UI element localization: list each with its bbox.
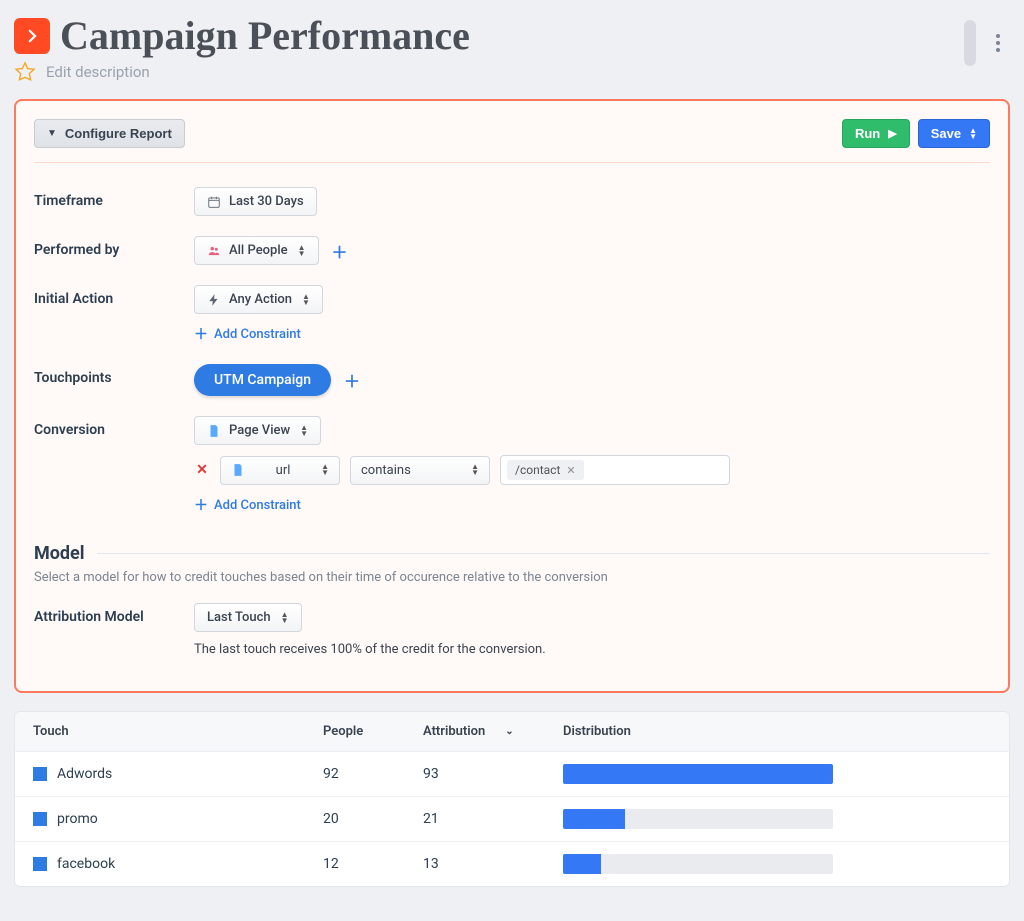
configure-report-button[interactable]: ▼ Configure Report [34, 119, 185, 148]
add-touchpoint-button[interactable]: ＋ [341, 369, 363, 391]
touch-name: promo [57, 811, 98, 827]
constraint-field-select[interactable]: url [220, 456, 340, 485]
chevron-down-icon: ▼ [47, 128, 57, 139]
attribution-model-value: Last Touch [207, 610, 271, 625]
attribution-value: 21 [423, 811, 563, 827]
col-touch[interactable]: Touch [33, 724, 323, 739]
touch-swatch [33, 767, 47, 781]
plus-icon: ＋ [194, 324, 208, 344]
action-icon [207, 293, 221, 307]
touch-swatch [33, 812, 47, 826]
config-panel: ▼ Configure Report Run ▶ Save Timeframe [14, 99, 1010, 693]
double-caret-icon [321, 464, 329, 476]
app-icon [14, 18, 50, 54]
distribution-bar [563, 764, 833, 784]
table-row: promo 2021 [15, 796, 1009, 841]
run-label: Run [855, 126, 880, 141]
divider [97, 553, 990, 554]
attribution-model-label: Attribution Model [34, 603, 194, 625]
initial-action-value: Any Action [229, 292, 292, 307]
timeframe-label: Timeframe [34, 187, 194, 209]
initial-action-select[interactable]: Any Action [194, 285, 323, 314]
touchpoint-chip[interactable]: UTM Campaign [194, 364, 331, 396]
double-caret-icon [969, 128, 977, 140]
conversion-value: Page View [229, 423, 290, 438]
star-icon[interactable] [14, 61, 36, 83]
attribution-value: 13 [423, 856, 563, 872]
scroll-indicator [964, 20, 976, 66]
constraint-value-input[interactable]: /contact ✕ [500, 455, 730, 485]
timeframe-value: Last 30 Days [229, 194, 304, 209]
people-value: 20 [323, 811, 423, 827]
conversion-select[interactable]: Page View [194, 416, 321, 445]
touch-name: facebook [57, 856, 115, 872]
page-title: Campaign Performance [60, 12, 470, 59]
col-attribution[interactable]: Attribution ⌄ [423, 724, 563, 739]
model-section-sub: Select a model for how to credit touches… [34, 570, 990, 585]
attribution-value: 93 [423, 766, 563, 782]
table-row: facebook 1213 [15, 841, 1009, 886]
people-value: 12 [323, 856, 423, 872]
results-table: Touch People Attribution ⌄ Distribution … [14, 711, 1010, 887]
model-section-title: Model [34, 543, 85, 564]
timeframe-select[interactable]: Last 30 Days [194, 187, 317, 216]
touch-name: Adwords [57, 766, 112, 782]
edit-description[interactable]: Edit description [46, 63, 150, 81]
col-people[interactable]: People [323, 724, 423, 739]
double-caret-icon [302, 294, 310, 306]
play-icon: ▶ [888, 127, 896, 140]
col-attribution-label: Attribution [423, 724, 485, 739]
table-row: Adwords 9293 [15, 751, 1009, 796]
page-icon [231, 463, 245, 477]
double-caret-icon [281, 612, 289, 624]
page-icon [207, 424, 221, 438]
double-caret-icon [300, 425, 308, 437]
performed-by-select[interactable]: All People [194, 236, 319, 265]
calendar-icon [207, 195, 221, 209]
remove-constraint-button[interactable]: ✕ [194, 462, 210, 478]
conversion-label: Conversion [34, 416, 194, 438]
constraint-operator-select[interactable]: contains [350, 456, 490, 485]
chevron-down-icon: ⌄ [505, 726, 513, 737]
run-button[interactable]: Run ▶ [842, 119, 910, 148]
double-caret-icon [298, 245, 306, 257]
add-constraint-conversion[interactable]: ＋ Add Constraint [194, 495, 730, 515]
add-constraint-initial[interactable]: ＋ Add Constraint [194, 324, 323, 344]
add-constraint-label: Add Constraint [214, 498, 301, 513]
save-button[interactable]: Save [918, 119, 990, 148]
constraint-field-value: url [253, 463, 313, 478]
people-icon [207, 244, 221, 258]
people-value: 92 [323, 766, 423, 782]
touchpoints-label: Touchpoints [34, 364, 194, 386]
col-distribution: Distribution [563, 724, 991, 739]
configure-report-label: Configure Report [65, 126, 172, 141]
performed-by-value: All People [229, 243, 288, 258]
add-constraint-label: Add Constraint [214, 327, 301, 342]
distribution-bar [563, 809, 833, 829]
performed-by-label: Performed by [34, 236, 194, 258]
attribution-model-description: The last touch receives 100% of the cred… [194, 642, 546, 657]
plus-icon: ＋ [194, 495, 208, 515]
save-label: Save [931, 126, 961, 141]
remove-tag-icon[interactable]: ✕ [566, 464, 575, 477]
more-menu-button[interactable] [986, 31, 1010, 55]
attribution-model-select[interactable]: Last Touch [194, 603, 302, 632]
constraint-value-tag[interactable]: /contact ✕ [507, 460, 584, 480]
add-performed-by-button[interactable]: ＋ [329, 240, 351, 262]
double-caret-icon [471, 464, 479, 476]
constraint-operator-value: contains [361, 463, 463, 478]
initial-action-label: Initial Action [34, 285, 194, 307]
distribution-bar [563, 854, 833, 874]
constraint-value-text: /contact [515, 463, 560, 477]
touch-swatch [33, 857, 47, 871]
